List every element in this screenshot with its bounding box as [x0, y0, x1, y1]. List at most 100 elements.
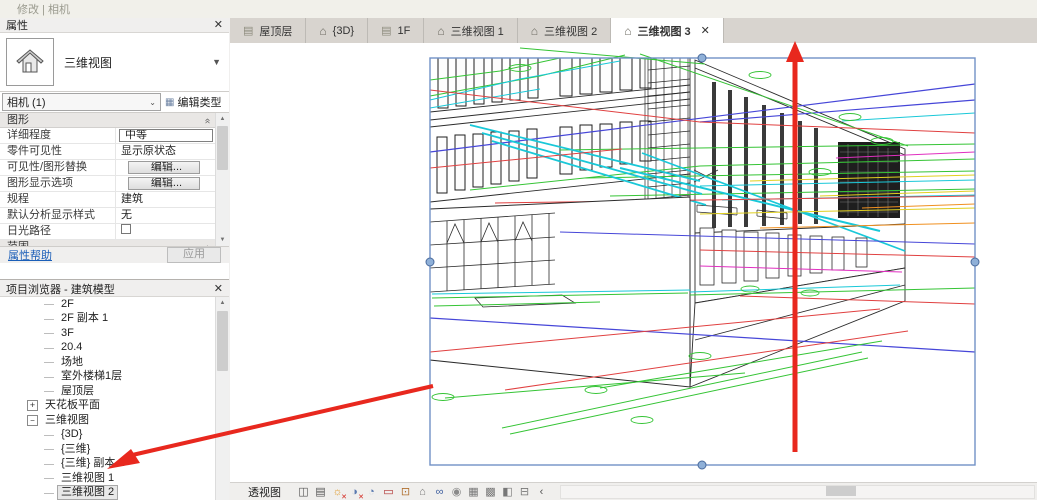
properties-help-link[interactable]: 属性帮助 [8, 247, 52, 263]
temporary-hide-isolate-icon[interactable]: ∞ [432, 484, 447, 499]
model-canvas[interactable] [230, 43, 1037, 483]
scrollbar-thumb[interactable] [217, 311, 228, 371]
instance-selector[interactable]: 相机 (1) ⌄ [2, 93, 161, 111]
property-value[interactable]: 中等 [119, 129, 213, 142]
tree-item[interactable]: {三维} 副本 1 [0, 457, 216, 472]
tree-expander-icon[interactable] [44, 304, 54, 305]
view-tab[interactable]: 1F [368, 18, 424, 43]
tree-expander-icon[interactable] [44, 478, 54, 479]
property-row: 可见性/图形替换 编辑... [0, 160, 216, 176]
property-row: 规程 建筑 [0, 192, 216, 208]
tab-close-icon[interactable]: ✕ [701, 24, 710, 37]
tree-item[interactable]: 2F 副本 1 [0, 312, 216, 327]
project-browser-title-bar: 项目浏览器 - 建筑模型 ✕ [0, 281, 229, 297]
crop-handle-top[interactable] [698, 54, 706, 62]
property-label: 日光路径 [0, 224, 116, 239]
property-value[interactable]: 建筑 [116, 192, 216, 207]
tree-item[interactable]: 三维视图 2 [0, 486, 216, 500]
tree-item[interactable]: 场地 [0, 355, 216, 370]
tree-item[interactable]: 三维视图 1 [0, 471, 216, 486]
tree-item[interactable]: 三维视图 [0, 413, 216, 428]
tree-expander-icon[interactable] [44, 348, 54, 349]
project-browser-panel: 项目浏览器 - 建筑模型 ✕ 2F 2F 副本 1 [0, 281, 229, 500]
properties-scrollbar[interactable]: ▲ ▼ [215, 113, 229, 246]
scrollbar-thumb[interactable] [826, 486, 856, 496]
crop-handle-left[interactable] [426, 258, 434, 266]
scroll-up-icon[interactable]: ▲ [216, 113, 229, 125]
view-tab[interactable]: {3D} [306, 18, 368, 43]
tree-item[interactable]: 20.4 [0, 341, 216, 356]
close-icon[interactable]: ✕ [214, 19, 223, 31]
3d-house-icon [15, 48, 45, 76]
tree-item[interactable]: 2F [0, 297, 216, 312]
building-wireframe [230, 43, 1037, 483]
view-type-icon [381, 24, 391, 37]
reveal-constraints-icon[interactable]: ⊟ [517, 484, 532, 499]
tree-item[interactable]: 屋顶层 [0, 384, 216, 399]
left-dock: 属性 ✕ 三维视图 ▼ 相机 (1) ⌄ [0, 18, 231, 500]
property-value[interactable] [116, 224, 216, 239]
tree-item-label: 2F 副本 1 [58, 312, 111, 325]
chevron-down-icon[interactable]: ▼ [212, 57, 221, 67]
tree-item-label: 20.4 [58, 341, 85, 354]
close-icon[interactable]: ✕ [214, 283, 223, 295]
tree-item-label: {三维} 副本 1 [58, 457, 128, 470]
property-value[interactable]: 编辑... [128, 161, 200, 174]
view-tab-label: 1F [397, 25, 410, 37]
tree-expander-icon[interactable] [44, 464, 54, 465]
property-value[interactable]: 无 [116, 208, 216, 223]
expand-viewbar-icon[interactable]: ‹ [534, 484, 549, 499]
property-value[interactable]: 编辑... [128, 177, 200, 190]
scrollbar-thumb[interactable] [217, 126, 228, 170]
horizontal-scrollbar[interactable] [560, 485, 1035, 499]
tree-item[interactable]: {3D} [0, 428, 216, 443]
crop-handle-right[interactable] [971, 258, 979, 266]
tree-expander-icon[interactable] [44, 449, 54, 450]
view-tab-label: 三维视图 1 [451, 23, 504, 39]
view-tab[interactable]: 三维视图 1 [424, 18, 517, 43]
crop-handle-bottom[interactable] [698, 461, 706, 469]
edit-type-button[interactable]: ▦ 编辑类型 [163, 93, 227, 111]
tree-expander-icon[interactable] [27, 400, 38, 411]
temporary-view-properties-icon[interactable]: ▦ [466, 484, 481, 499]
tree-expander-icon[interactable] [44, 333, 54, 334]
apply-button[interactable]: 应用 [167, 247, 221, 263]
tree-expander-icon[interactable] [44, 377, 54, 378]
browser-scrollbar[interactable]: ▲ ⌄ [215, 297, 229, 500]
sun-path-off-icon[interactable]: ☼ [330, 484, 345, 499]
property-value[interactable]: 显示原状态 [116, 144, 216, 159]
property-row: 零件可见性 显示原状态 [0, 144, 216, 160]
tree-item-label: 天花板平面 [42, 399, 103, 412]
reveal-hidden-elements-icon[interactable]: ◉ [449, 484, 464, 499]
tree-item[interactable]: 天花板平面 [0, 399, 216, 414]
shadows-off-icon[interactable]: ◑ [347, 484, 362, 499]
visual-style-icon[interactable]: ◫ [296, 484, 311, 499]
tree-expander-icon[interactable] [44, 362, 54, 363]
property-label: 图形显示选项 [0, 176, 116, 191]
tree-item[interactable]: 3F [0, 326, 216, 341]
show-crop-region-icon[interactable]: ⊡ [398, 484, 413, 499]
view-tab[interactable]: 三维视图 3 ✕ [611, 18, 724, 44]
tree-expander-icon[interactable] [27, 415, 38, 426]
perspective-label[interactable]: 透视图 [248, 484, 281, 500]
property-label: 范围 [0, 240, 29, 247]
show-rendering-dialog-icon[interactable]: ◔ [364, 484, 379, 499]
show-analytical-model-icon[interactable]: ▩ [483, 484, 498, 499]
tree-item[interactable]: {三维} [0, 442, 216, 457]
detail-level-icon[interactable]: ▤ [313, 484, 328, 499]
tree-expander-icon[interactable] [44, 319, 54, 320]
tree-expander-icon[interactable] [44, 435, 54, 436]
view-tab-label: 三维视图 2 [544, 23, 597, 39]
unlocked-view-icon[interactable]: ⌂ [415, 484, 430, 499]
scroll-up-icon[interactable]: ▲ [216, 297, 229, 309]
tree-expander-icon[interactable] [44, 391, 54, 392]
highlight-displacement-sets-icon[interactable]: ◧ [500, 484, 515, 499]
tree-expander-icon[interactable] [44, 493, 54, 494]
crop-view-icon[interactable]: ▭ [381, 484, 396, 499]
view-tab-label: {3D} [333, 25, 354, 37]
tree-item[interactable]: 室外楼梯1层 [0, 370, 216, 385]
view-tab[interactable]: 屋顶层 [230, 18, 306, 43]
scroll-down-icon[interactable]: ▼ [216, 234, 229, 246]
type-selector[interactable]: 三维视图 ▼ [0, 33, 229, 92]
view-tab[interactable]: 三维视图 2 [518, 18, 611, 43]
